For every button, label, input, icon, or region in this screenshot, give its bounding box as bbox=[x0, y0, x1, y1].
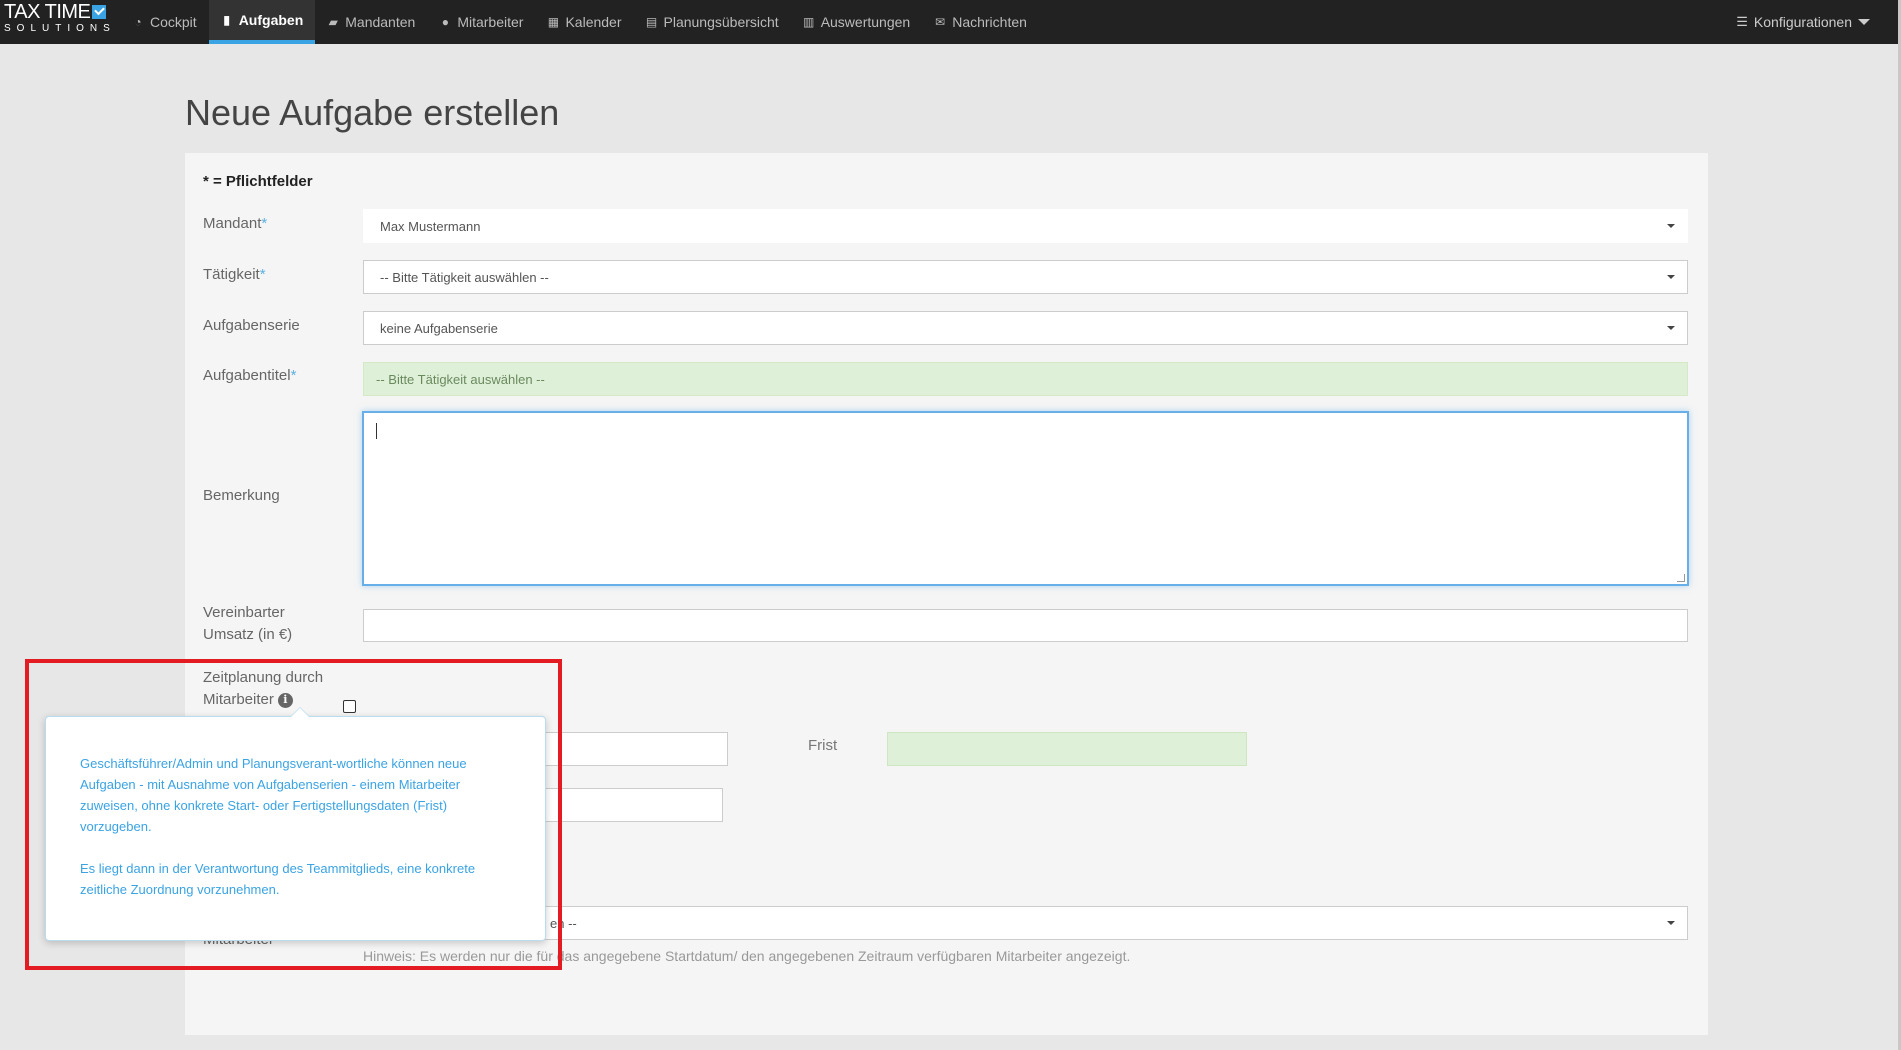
zeitplanung-label: Zeitplanung durch Mitarbeiter i bbox=[203, 667, 323, 711]
taetigkeit-label: Tätigkeit* bbox=[203, 266, 266, 283]
mandant-label: Mandant* bbox=[203, 215, 268, 232]
chevron-down-icon bbox=[1667, 224, 1675, 228]
taetigkeit-label-text: Tätigkeit bbox=[203, 266, 260, 283]
nav-item-kalender[interactable]: ▦ Kalender bbox=[535, 0, 633, 44]
nav-item-mitarbeiter[interactable]: ● Mitarbeiter bbox=[427, 0, 535, 44]
required-note: * = Pflichtfelder bbox=[203, 173, 313, 190]
main-nav: ◔ Cockpit ▮ Aufgaben ▰ Mandanten ● Mitarbeiter ▦… bbox=[120, 0, 1039, 44]
mitarbeiter-hint: Hinweis: Es werden nur die für das angeg… bbox=[363, 948, 1131, 964]
tooltip-paragraph-1: Geschäftsführer/Admin und Planungsverant… bbox=[80, 756, 467, 834]
bar-chart-icon: ▥ bbox=[803, 15, 815, 29]
aufgabenserie-value: keine Aufgabenserie bbox=[380, 320, 498, 336]
logo-text: TAX TIME bbox=[4, 1, 91, 23]
mandant-value: Max Mustermann bbox=[380, 218, 481, 234]
umsatz-label-line1: Vereinbarter bbox=[203, 604, 285, 621]
aufgabentitel-value: -- Bitte Tätigkeit auswählen -- bbox=[376, 371, 545, 387]
chevron-down-icon bbox=[1667, 326, 1675, 330]
page-title: Neue Aufgabe erstellen bbox=[185, 92, 560, 133]
config-label: Konfigurationen bbox=[1753, 14, 1852, 30]
nav-item-label: Nachrichten bbox=[952, 14, 1027, 30]
taetigkeit-value: -- Bitte Tätigkeit auswählen -- bbox=[380, 269, 549, 285]
calendar-icon: ▦ bbox=[547, 15, 560, 29]
start-date-input[interactable] bbox=[520, 732, 728, 766]
aufgabentitel-label: Aufgabentitel* bbox=[203, 367, 297, 384]
document-icon: ▤ bbox=[645, 15, 658, 29]
bemerkung-label: Bemerkung bbox=[203, 487, 280, 504]
aufgabenserie-select[interactable]: keine Aufgabenserie bbox=[363, 311, 1688, 345]
mitarbeiter-select[interactable]: en -- bbox=[363, 906, 1688, 940]
info-icon[interactable]: i bbox=[277, 692, 293, 708]
nav-item-aufgaben[interactable]: ▮ Aufgaben bbox=[208, 0, 316, 44]
chevron-down-icon bbox=[1667, 921, 1675, 925]
mandant-label-text: Mandant bbox=[203, 215, 262, 232]
logo-check-icon bbox=[92, 5, 107, 19]
mitarbeiter-select-value: en -- bbox=[550, 915, 577, 931]
logo-subtext: SOLUTIONS bbox=[4, 23, 116, 34]
envelope-icon: ✉ bbox=[935, 15, 946, 29]
nav-item-label: Auswertungen bbox=[820, 14, 911, 30]
aufgabenserie-label: Aufgabenserie bbox=[203, 317, 300, 334]
nav-item-mandanten[interactable]: ▰ Mandanten bbox=[315, 0, 427, 44]
nav-item-cockpit[interactable]: ◔ Cockpit bbox=[120, 0, 209, 44]
frist-label: Frist bbox=[808, 737, 838, 754]
users-icon: ● bbox=[441, 15, 449, 29]
umsatz-input[interactable] bbox=[363, 609, 1688, 642]
info-tooltip: Geschäftsführer/Admin und Planungsverant… bbox=[45, 707, 546, 941]
nav-item-label: Kalender bbox=[565, 14, 622, 30]
aufgabentitel-label-text: Aufgabentitel bbox=[203, 367, 291, 384]
end-date-input[interactable] bbox=[520, 788, 723, 822]
taetigkeit-select[interactable]: -- Bitte Tätigkeit auswählen -- bbox=[363, 260, 1688, 294]
nav-item-label: Mandanten bbox=[345, 14, 416, 30]
zeitplanung-checkbox[interactable] bbox=[343, 700, 356, 713]
nav-item-planungsübersicht[interactable]: ▤ Planungsübersicht bbox=[634, 0, 791, 44]
list-icon: ☰ bbox=[1736, 14, 1748, 29]
nav-item-label: Planungsübersicht bbox=[663, 14, 779, 30]
frist-input[interactable] bbox=[887, 732, 1247, 766]
bemerkung-textarea[interactable] bbox=[362, 411, 1689, 586]
gauge-icon: ◔ bbox=[134, 15, 142, 29]
nav-item-label: Aufgaben bbox=[238, 12, 304, 28]
resize-handle[interactable] bbox=[1677, 574, 1685, 582]
zeitplanung-label-line2: Mitarbeiter bbox=[203, 691, 274, 708]
nav-item-label: Mitarbeiter bbox=[457, 14, 524, 30]
nav-item-nachrichten[interactable]: ✉ Nachrichten bbox=[922, 0, 1039, 44]
config-menu[interactable]: ☰ Konfigurationen bbox=[1736, 0, 1898, 44]
aufgabentitel-field[interactable]: -- Bitte Tätigkeit auswählen -- bbox=[363, 362, 1688, 396]
bookmark-icon: ▮ bbox=[223, 13, 230, 27]
logo[interactable]: TAX TIME SOLUTIONS bbox=[0, 0, 120, 44]
nav-item-label: Cockpit bbox=[150, 14, 197, 30]
umsatz-label-line2: Umsatz (in €) bbox=[203, 626, 293, 643]
zeitplanung-label-line1: Zeitplanung durch bbox=[203, 669, 324, 686]
nav-item-auswertungen[interactable]: ▥ Auswertungen bbox=[791, 0, 923, 44]
umsatz-label: Vereinbarter Umsatz (in €) bbox=[203, 602, 292, 646]
folder-icon: ▰ bbox=[328, 15, 338, 29]
caret-down-icon bbox=[1858, 19, 1870, 25]
top-navbar: TAX TIME SOLUTIONS ◔ Cockpit ▮ Aufgaben ▰ Man… bbox=[0, 0, 1898, 44]
chevron-down-icon bbox=[1667, 275, 1675, 279]
mandant-select[interactable]: Max Mustermann bbox=[363, 209, 1688, 243]
tooltip-paragraph-2: Es liegt dann in der Verantwortung des T… bbox=[80, 861, 476, 897]
text-cursor bbox=[376, 423, 377, 439]
